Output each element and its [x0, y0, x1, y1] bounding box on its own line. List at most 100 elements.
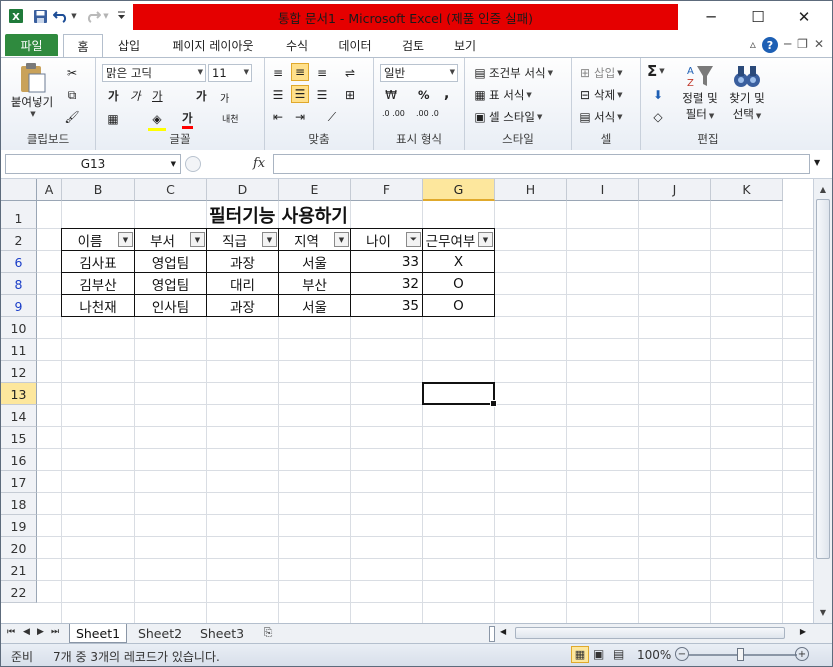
normal-view-icon[interactable]: ▦	[571, 646, 589, 663]
horizontal-scroll-thumb[interactable]	[515, 627, 785, 639]
workbook-close-icon[interactable]: ✕	[814, 37, 824, 53]
row-header-14[interactable]: 14	[1, 405, 37, 427]
last-sheet-icon[interactable]: ⏭	[51, 627, 59, 637]
table-cell[interactable]: 서울	[278, 294, 351, 317]
column-header-c[interactable]: C	[135, 179, 207, 201]
decrease-decimal-button[interactable]: .00 .0	[416, 110, 442, 118]
column-header-b[interactable]: B	[62, 179, 135, 201]
copy-icon[interactable]: ⧉	[63, 86, 81, 104]
decrease-indent-icon[interactable]: ⇤	[269, 108, 287, 126]
table-cell[interactable]: 영업팀	[134, 272, 207, 295]
column-header-f[interactable]: F	[351, 179, 423, 201]
tab-file[interactable]: 파일	[5, 34, 58, 56]
row-header-9[interactable]: 9	[1, 295, 37, 317]
fill-color-icon[interactable]: ◈	[148, 110, 166, 131]
tab-review[interactable]: 검토	[391, 34, 435, 56]
grow-font-button[interactable]: 가	[196, 88, 207, 104]
zoom-out-icon[interactable]: −	[675, 647, 689, 661]
cell-styles-button[interactable]: ▣ 셀 스타일 ▼	[471, 108, 542, 126]
align-middle-icon[interactable]: ≡	[291, 63, 309, 81]
font-size-select[interactable]: 11 ▼	[208, 64, 252, 82]
sheet-tab-sheet3[interactable]: Sheet3	[193, 624, 251, 642]
accounting-format-icon[interactable]: ₩	[382, 86, 400, 104]
conditional-format-button[interactable]: ▤ 조건부 서식 ▼	[471, 64, 553, 82]
tab-page-layout[interactable]: 페이지 레이아웃	[161, 34, 265, 56]
table-cell[interactable]: 영업팀	[134, 250, 207, 273]
border-icon[interactable]: ▦	[104, 110, 122, 128]
italic-button[interactable]: 가	[130, 88, 141, 104]
name-box[interactable]: G13 ▼	[5, 154, 181, 174]
format-as-table-button[interactable]: ▦ 표 서식 ▼	[471, 86, 531, 104]
table-cell[interactable]: 32	[350, 272, 423, 295]
close-button[interactable]: ✕	[784, 5, 824, 29]
table-cell[interactable]: O	[422, 272, 495, 295]
row-header-16[interactable]: 16	[1, 449, 37, 471]
tab-formulas[interactable]: 수식	[275, 34, 319, 56]
table-cell[interactable]: O	[422, 294, 495, 317]
sheet-tab-sheet2[interactable]: Sheet2	[131, 624, 189, 642]
phonetic-button[interactable]: 내천	[222, 112, 239, 125]
sort-filter-button[interactable]: AZ 정렬 및 필터 ▼	[677, 62, 723, 122]
zoom-level[interactable]: 100%	[637, 648, 671, 662]
column-header-i[interactable]: I	[567, 179, 639, 201]
column-header-g[interactable]: G	[423, 179, 495, 201]
align-right-icon[interactable]: ☰	[313, 86, 331, 104]
table-header-cell[interactable]: 직급 ▼	[206, 228, 279, 251]
wrap-text-icon[interactable]: ⇌	[341, 64, 359, 82]
row-header-19[interactable]: 19	[1, 515, 37, 537]
save-icon[interactable]	[31, 7, 49, 25]
zoom-slider-knob[interactable]	[737, 648, 744, 661]
comma-button[interactable]: ,	[444, 86, 449, 102]
clear-icon[interactable]: ◇	[649, 108, 667, 126]
insert-sheet-icon[interactable]: ⎘	[257, 624, 279, 642]
zoom-in-icon[interactable]: +	[795, 647, 809, 661]
find-select-button[interactable]: 찾기 및 선택 ▼	[723, 62, 771, 122]
maximize-button[interactable]: ☐	[738, 5, 778, 29]
table-cell[interactable]: 과장	[206, 294, 279, 317]
row-header-22[interactable]: 22	[1, 581, 37, 603]
shrink-font-button[interactable]: 가	[220, 90, 229, 105]
cut-icon[interactable]: ✂	[63, 64, 81, 82]
table-header-cell[interactable]: 나이 ⏷	[350, 228, 423, 251]
workbook-restore-icon[interactable]: ❐	[797, 37, 808, 53]
tab-insert[interactable]: 삽입	[107, 34, 151, 56]
table-cell[interactable]: 33	[350, 250, 423, 273]
row-header-8[interactable]: 8	[1, 273, 37, 295]
filter-active-icon[interactable]: ⏷	[406, 232, 421, 247]
table-cell[interactable]: 김사표	[61, 250, 135, 273]
vertical-scroll-thumb[interactable]	[816, 199, 830, 559]
row-header-2[interactable]: 2	[1, 229, 37, 251]
percent-button[interactable]: %	[418, 88, 430, 102]
scroll-up-icon[interactable]: ▲	[816, 182, 830, 196]
row-header-17[interactable]: 17	[1, 471, 37, 493]
row-header-11[interactable]: 11	[1, 339, 37, 361]
row-header-10[interactable]: 10	[1, 317, 37, 339]
row-header-18[interactable]: 18	[1, 493, 37, 515]
increase-decimal-button[interactable]: .0 .00	[382, 110, 408, 118]
bold-button[interactable]: 가	[108, 88, 119, 104]
table-cell[interactable]: 35	[350, 294, 423, 317]
page-layout-view-icon[interactable]: ▣	[593, 647, 604, 661]
insert-function-button[interactable]: fx	[253, 156, 265, 171]
workbook-minimize-icon[interactable]: ─	[784, 37, 791, 53]
scroll-right-icon[interactable]: ▶	[800, 627, 806, 636]
font-name-select[interactable]: 맑은 고딕 ▼	[102, 64, 206, 82]
minimize-button[interactable]: ─	[691, 5, 731, 29]
row-header-12[interactable]: 12	[1, 361, 37, 383]
table-header-cell[interactable]: 이름 ▼	[61, 228, 135, 251]
table-cell[interactable]: 대리	[206, 272, 279, 295]
insert-cells-button[interactable]: ⊞ 삽입 ▼	[576, 64, 623, 82]
row-header-20[interactable]: 20	[1, 537, 37, 559]
fill-icon[interactable]: ⬇	[649, 86, 667, 104]
undo-icon[interactable]: ▼	[53, 7, 77, 25]
number-format-select[interactable]: 일반 ▼	[380, 64, 458, 82]
scroll-left-icon[interactable]: ◀	[500, 627, 506, 636]
column-header-d[interactable]: D	[207, 179, 279, 201]
scroll-down-icon[interactable]: ▼	[816, 605, 830, 619]
delete-cells-button[interactable]: ⊟ 삭제 ▼	[576, 86, 623, 104]
minimize-ribbon-icon[interactable]: ▵	[750, 37, 756, 53]
orientation-icon[interactable]: ⟋	[323, 108, 341, 126]
horizontal-scrollbar[interactable]: ◀ ▶	[497, 626, 809, 641]
underline-button[interactable]: 가	[152, 88, 163, 104]
page-break-view-icon[interactable]: ▤	[613, 647, 624, 661]
